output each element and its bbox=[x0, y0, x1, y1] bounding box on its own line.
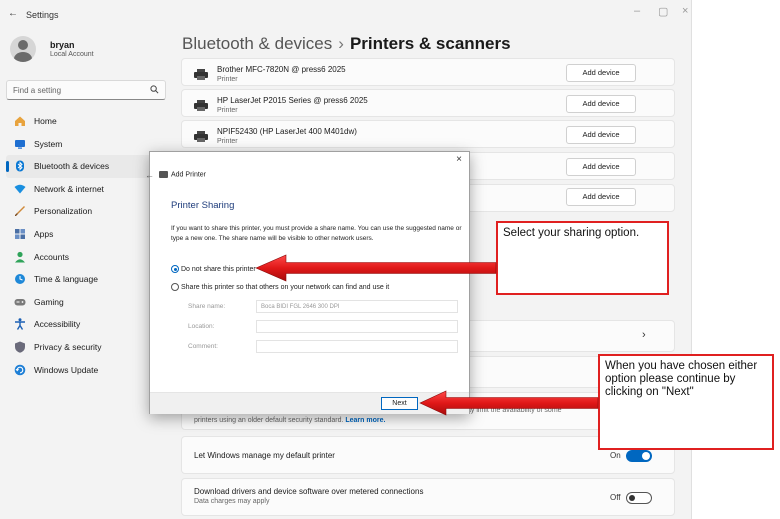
annotation-arrow-sharing bbox=[255, 254, 497, 282]
annotation-arrow-next bbox=[419, 390, 599, 416]
annotation-arrows bbox=[255, 254, 599, 416]
